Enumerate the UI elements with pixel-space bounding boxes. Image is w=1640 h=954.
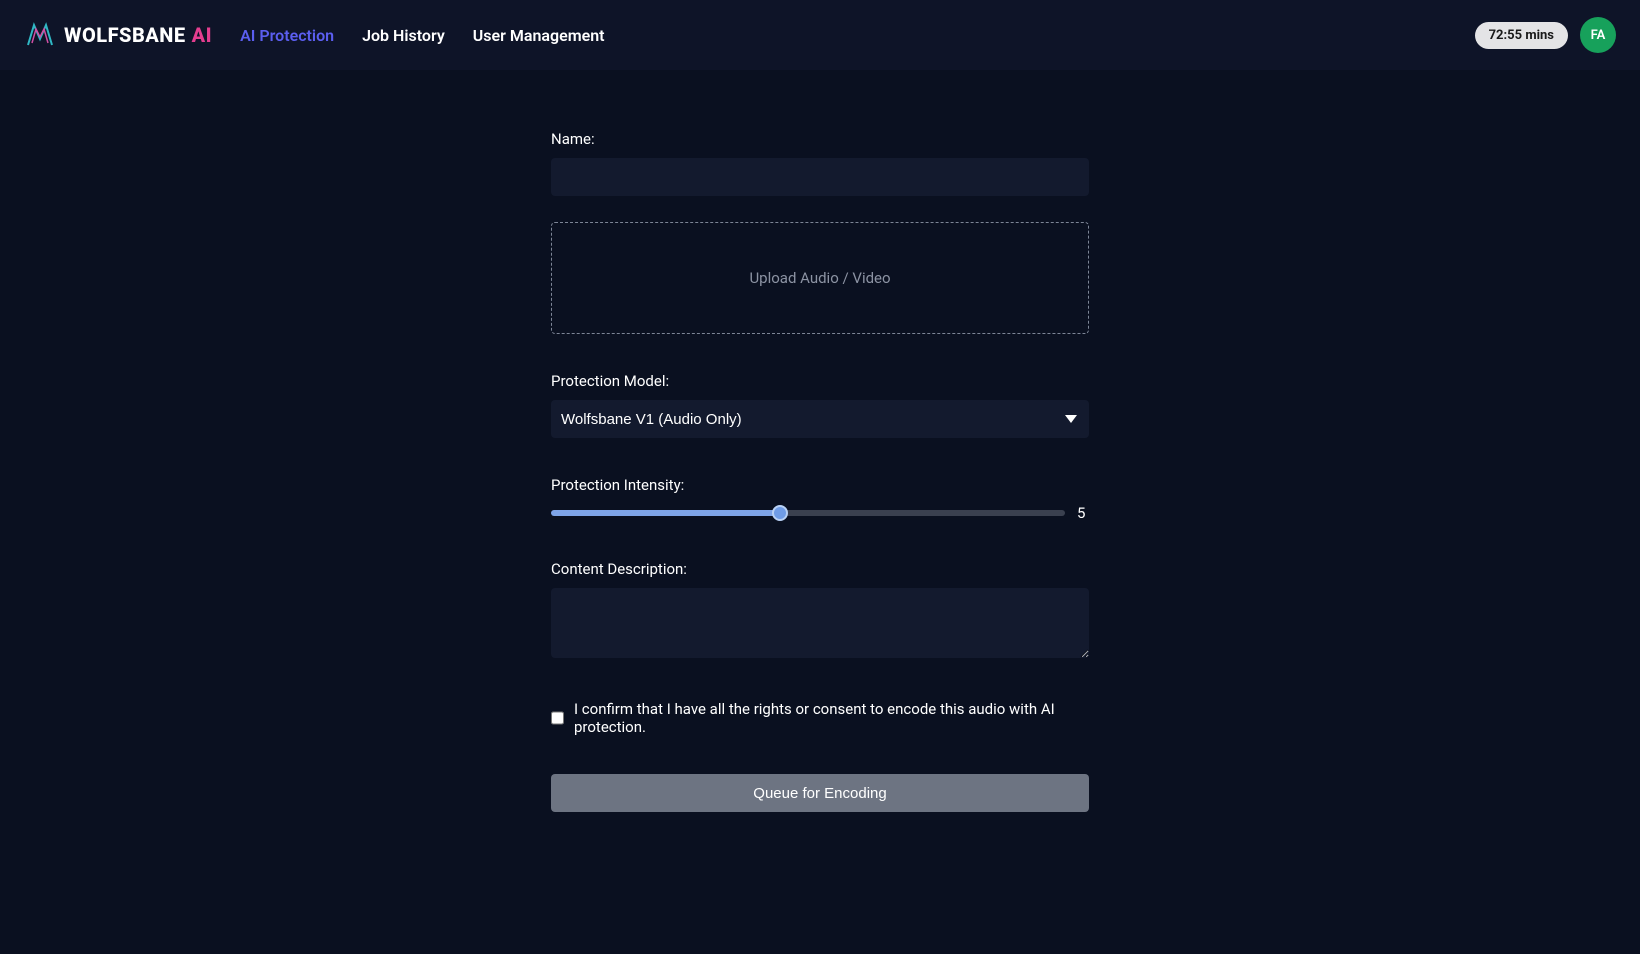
consent-row: I confirm that I have all the rights or … (551, 700, 1089, 736)
model-section: Protection Model: Wolfsbane V1 (Audio On… (551, 372, 1089, 438)
description-label: Content Description: (551, 560, 1089, 578)
logo-text: WOLFSBANE AI (64, 23, 212, 47)
upload-zone[interactable]: Upload Audio / Video (551, 222, 1089, 334)
logo-icon (24, 19, 56, 51)
avatar[interactable]: FA (1580, 17, 1616, 53)
name-input[interactable] (551, 158, 1089, 196)
logo-text-ai: AI (192, 23, 212, 47)
intensity-slider[interactable] (551, 510, 1065, 516)
intensity-slider-row: 5 (551, 504, 1089, 522)
upload-label: Upload Audio / Video (749, 269, 890, 287)
time-badge: 72:55 mins (1475, 22, 1568, 49)
consent-label: I confirm that I have all the rights or … (574, 700, 1089, 736)
nav: AI Protection Job History User Managemen… (240, 26, 604, 45)
form: Name: Upload Audio / Video Protection Mo… (551, 130, 1089, 812)
header: WOLFSBANE AI AI Protection Job History U… (0, 0, 1640, 70)
logo-text-wolfsbane: WOLFSBANE (64, 23, 186, 47)
name-label: Name: (551, 130, 1089, 148)
intensity-label: Protection Intensity: (551, 476, 1089, 494)
model-select[interactable]: Wolfsbane V1 (Audio Only) (551, 400, 1089, 438)
logo[interactable]: WOLFSBANE AI (24, 19, 212, 51)
description-textarea[interactable] (551, 588, 1089, 658)
queue-encoding-button[interactable]: Queue for Encoding (551, 774, 1089, 812)
nav-job-history[interactable]: Job History (362, 26, 445, 45)
main: Name: Upload Audio / Video Protection Mo… (0, 70, 1640, 812)
intensity-value: 5 (1077, 504, 1089, 522)
nav-user-management[interactable]: User Management (473, 26, 605, 45)
model-label: Protection Model: (551, 372, 1089, 390)
header-right: 72:55 mins FA (1475, 17, 1616, 53)
header-left: WOLFSBANE AI AI Protection Job History U… (24, 19, 605, 51)
nav-ai-protection[interactable]: AI Protection (240, 26, 334, 45)
intensity-section: Protection Intensity: 5 (551, 476, 1089, 522)
description-section: Content Description: (551, 560, 1089, 662)
consent-checkbox[interactable] (551, 711, 564, 725)
